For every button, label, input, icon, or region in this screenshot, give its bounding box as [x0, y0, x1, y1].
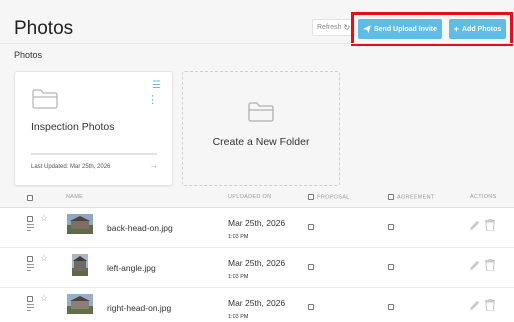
create-folder-card[interactable]: Create a New Folder	[182, 71, 340, 186]
row-select-checkbox[interactable]	[27, 216, 33, 222]
drag-lines-icon[interactable]	[27, 224, 34, 233]
row-select-checkbox[interactable]	[27, 296, 33, 302]
upload-date: Mar 25th, 2026	[228, 298, 286, 308]
file-name: left-angle.jpg	[107, 263, 156, 273]
proposal-checkbox[interactable]	[308, 224, 314, 230]
photo-thumbnail[interactable]	[67, 294, 93, 314]
upload-time: 1:03 PM	[228, 314, 249, 320]
paper-plane-icon	[362, 25, 371, 33]
plus-icon: +	[453, 23, 459, 34]
create-folder-label: Create a New Folder	[212, 136, 310, 148]
arrow-right-icon[interactable]: →	[149, 160, 158, 170]
file-name: back-head-on.jpg	[107, 223, 173, 233]
edit-pencil-icon[interactable]	[469, 300, 480, 311]
agreement-checkbox[interactable]	[388, 304, 394, 310]
refresh-button[interactable]: Refresh ↻	[312, 19, 356, 36]
folder-last-updated: Last Updated: Mar 25th, 2026	[31, 164, 111, 170]
folder-name: Inspection Photos	[31, 121, 115, 133]
proposal-checkbox[interactable]	[308, 304, 314, 310]
refresh-icon: ↻	[343, 23, 351, 32]
table-header: NAME UPLOADED ON PROPOSAL AGREEMENT ACTI…	[0, 188, 514, 208]
trash-icon[interactable]	[485, 299, 495, 311]
send-invite-label: Send Upload Invite	[373, 25, 437, 33]
row-select-checkbox[interactable]	[27, 256, 33, 262]
edit-pencil-icon[interactable]	[469, 260, 480, 271]
menu-icon[interactable]: ☰	[152, 81, 161, 91]
file-name: right-head-on.jpg	[107, 303, 172, 313]
upload-time: 1:03 PM	[228, 234, 249, 240]
agreement-checkbox[interactable]	[388, 264, 394, 270]
send-upload-invite-button[interactable]: Send Upload Invite	[358, 19, 442, 39]
add-photos-button[interactable]: + Add Photos	[449, 19, 506, 39]
col-actions: ACTIONS	[470, 194, 497, 200]
col-proposal: PROPOSAL	[317, 194, 350, 201]
star-icon[interactable]: ☆	[40, 293, 48, 304]
trash-icon[interactable]	[485, 219, 495, 231]
section-label: Photos	[14, 50, 43, 60]
agreement-all-checkbox[interactable]	[388, 194, 394, 200]
refresh-label: Refresh	[317, 24, 342, 31]
edit-pencil-icon[interactable]	[469, 220, 480, 231]
table-row[interactable]: ☆ left-angle.jpg Mar 25th, 2026 1:03 PM	[0, 248, 514, 288]
trash-icon[interactable]	[485, 259, 495, 271]
folder-icon	[248, 102, 274, 122]
photo-thumbnail[interactable]	[67, 214, 93, 234]
proposal-checkbox[interactable]	[308, 264, 314, 270]
proposal-all-checkbox[interactable]	[308, 194, 314, 200]
drag-lines-icon[interactable]	[27, 304, 34, 313]
more-dots-icon[interactable]: ⋮	[147, 95, 158, 106]
upload-date: Mar 25th, 2026	[228, 258, 286, 268]
col-name: NAME	[66, 194, 84, 200]
add-photos-label: Add Photos	[461, 25, 502, 33]
col-uploaded-on: UPLOADED ON	[228, 194, 272, 200]
page-title: Photos	[14, 18, 74, 39]
col-agreement: AGREEMENT	[397, 194, 435, 201]
upload-time: 1:03 PM	[228, 274, 249, 280]
agreement-checkbox[interactable]	[388, 224, 394, 230]
header-divider	[0, 43, 514, 44]
photo-thumbnail[interactable]	[72, 254, 88, 276]
select-all-checkbox[interactable]	[27, 195, 33, 201]
folder-divider	[31, 153, 157, 155]
table-row[interactable]: ☆ back-head-on.jpg Mar 25th, 2026 1:03 P…	[0, 208, 514, 248]
folder-card[interactable]: ☰ ⋮ Inspection Photos Last Updated: Mar …	[14, 71, 173, 186]
star-icon[interactable]: ☆	[40, 253, 48, 264]
star-icon[interactable]: ☆	[40, 213, 48, 224]
upload-date: Mar 25th, 2026	[228, 218, 286, 228]
folder-icon	[32, 89, 58, 109]
table-row[interactable]: ☆ right-head-on.jpg Mar 25th, 2026 1:03 …	[0, 288, 514, 322]
drag-lines-icon[interactable]	[27, 264, 34, 273]
